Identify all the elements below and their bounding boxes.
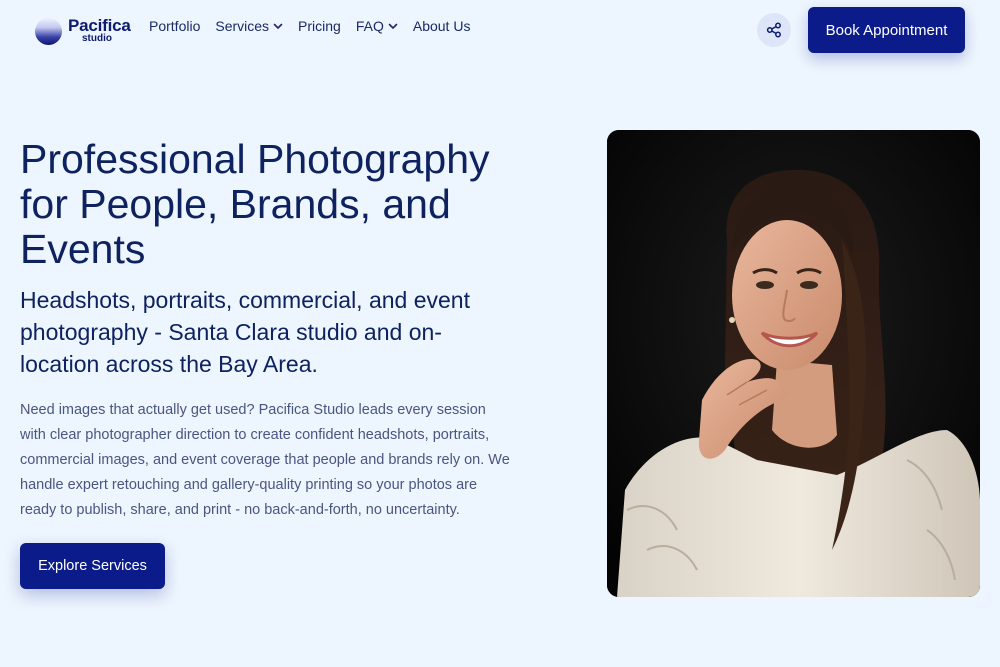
hero-title: Professional Photography for People, Bra… bbox=[20, 136, 490, 272]
nav-item-label: Pricing bbox=[298, 18, 341, 34]
nav-item-about-us[interactable]: About Us bbox=[413, 18, 471, 34]
nav-item-portfolio[interactable]: Portfolio bbox=[149, 18, 200, 34]
brand-name: Pacifica bbox=[68, 16, 131, 35]
nav-item-services[interactable]: Services bbox=[215, 18, 283, 34]
brand-sub: studio bbox=[82, 33, 112, 44]
share-icon bbox=[766, 22, 781, 38]
brand-logo[interactable]: Pacifica studio bbox=[35, 17, 131, 45]
hero-body: Need images that actually get used? Paci… bbox=[20, 402, 510, 518]
portrait-illustration bbox=[607, 130, 980, 597]
main-nav: Portfolio Services Pricing FAQ About Us bbox=[149, 18, 485, 34]
explore-services-button[interactable]: Explore Services bbox=[20, 543, 165, 589]
share-button[interactable] bbox=[757, 13, 791, 47]
nav-item-label: FAQ bbox=[355, 18, 384, 34]
logo-text: Pacifica studio bbox=[68, 17, 131, 44]
nav-item-pricing[interactable]: Pricing bbox=[298, 18, 341, 34]
nav-item-label: About Us bbox=[412, 18, 471, 34]
hero-subtitle: Headshots, portraits, commercial, and ev… bbox=[20, 287, 470, 377]
book-appointment-button[interactable]: Book Appointment bbox=[808, 7, 965, 53]
logo-mark-icon bbox=[35, 18, 62, 45]
nav-item-faq[interactable]: FAQ bbox=[356, 18, 398, 34]
nav-item-label: Services bbox=[215, 18, 270, 34]
chevron-down-icon bbox=[273, 23, 283, 29]
hero-portrait-image bbox=[607, 130, 980, 597]
nav-item-label: Portfolio bbox=[149, 18, 201, 34]
site-header: Pacifica studio Portfolio Services Prici… bbox=[0, 0, 1000, 60]
chevron-down-icon bbox=[388, 23, 398, 29]
